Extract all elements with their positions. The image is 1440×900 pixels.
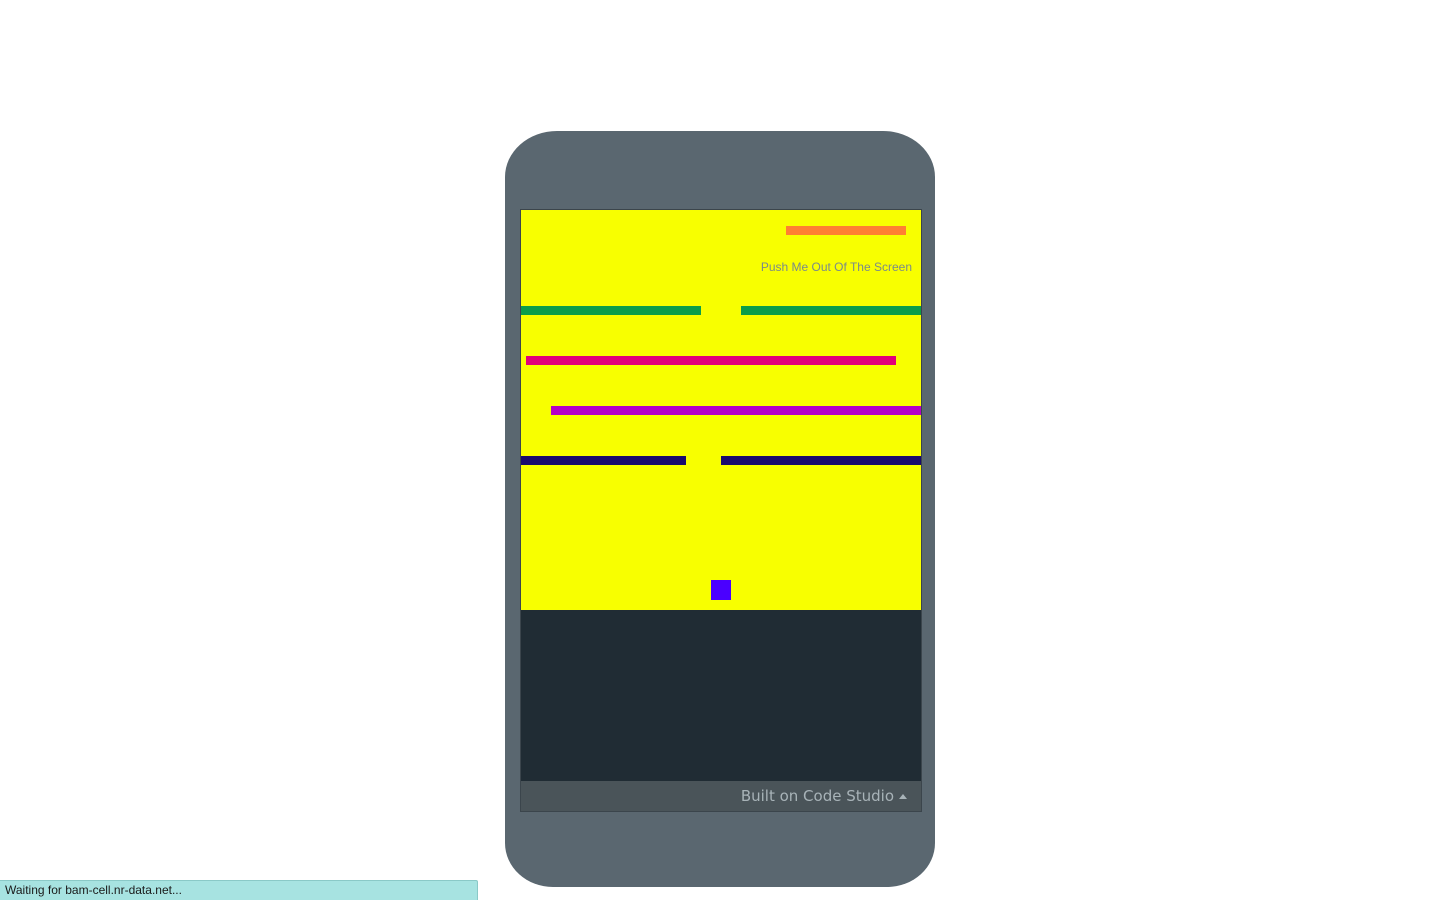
green-bar-right (741, 306, 921, 315)
page: Push Me Out Of The Screen Built on Code … (0, 0, 1440, 900)
orange-paddle (786, 226, 906, 235)
browser-status-bar: Waiting for bam-cell.nr-data.net... (0, 880, 478, 900)
caret-up-icon (899, 794, 907, 799)
app-screen: Push Me Out Of The Screen Built on Code … (520, 209, 922, 812)
navy-bar-left (521, 456, 686, 465)
pink-bar (526, 356, 896, 365)
navy-bar-right (721, 456, 921, 465)
player-block[interactable] (711, 580, 731, 600)
debug-area (521, 610, 921, 781)
game-instruction-text: Push Me Out Of The Screen (760, 260, 912, 274)
footer-label: Built on Code Studio (740, 787, 894, 805)
purple-bar (551, 406, 921, 415)
green-bar-left (521, 306, 701, 315)
built-on-code-studio-button[interactable]: Built on Code Studio (521, 781, 921, 811)
game-canvas[interactable]: Push Me Out Of The Screen (521, 210, 921, 610)
